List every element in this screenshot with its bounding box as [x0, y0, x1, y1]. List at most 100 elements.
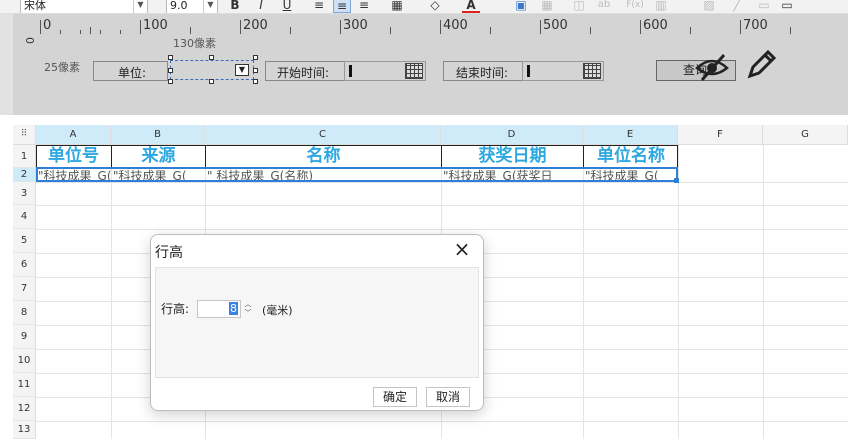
header-cell[interactable]: 单位名称 — [583, 145, 678, 168]
ruler-label: 400 — [443, 18, 468, 33]
row-header[interactable]: 11 — [13, 373, 36, 397]
shape-icon[interactable]: ▭ — [755, 0, 773, 13]
row-height-dialog: 行高 × 行高: 8 ︿ ﹀ (毫米) 确定 取消 — [150, 234, 484, 411]
start-time-input[interactable] — [344, 61, 426, 81]
ruler-label: 500 — [543, 18, 568, 33]
underline-button[interactable]: U — [278, 0, 296, 13]
column-header[interactable]: C — [205, 125, 441, 145]
image-icon[interactable]: ▣ — [512, 0, 530, 13]
italic-button[interactable]: I — [252, 0, 270, 13]
cancel-button[interactable]: 取消 — [426, 387, 470, 407]
calendar-icon[interactable] — [583, 63, 601, 79]
row-header[interactable]: 6 — [13, 253, 36, 277]
start-time-label-box: 开始时间: — [265, 61, 345, 81]
resize-handle[interactable] — [168, 68, 173, 73]
ruler-label: 600 — [643, 18, 668, 33]
column-header[interactable]: D — [441, 125, 583, 145]
close-icon[interactable]: × — [451, 238, 473, 260]
font-size-value: 9.0 — [170, 0, 188, 12]
row-height-value: 8 — [229, 302, 238, 315]
ok-button[interactable]: 确定 — [373, 387, 417, 407]
width-hint: 130像素 — [173, 37, 216, 50]
row-height-stepper[interactable]: ︿ ﹀ — [242, 300, 254, 318]
text-ab-button[interactable]: ab — [595, 0, 613, 13]
toolbar: 宋体 ▼ 9.0 ▼ B I U ≡ ≡ ≡ ▦ ◇ A ▣ ▦ ◫ ab F(… — [0, 0, 848, 14]
row-header[interactable]: 12 — [13, 397, 36, 421]
calendar-icon[interactable] — [405, 63, 423, 79]
row-header[interactable]: 2 — [13, 168, 36, 182]
row-header[interactable]: 1 — [13, 145, 36, 168]
fill-color-icon[interactable]: ◇ — [426, 0, 444, 13]
row-header[interactable]: 4 — [13, 205, 36, 229]
row-header[interactable]: 5 — [13, 229, 36, 253]
header-cell[interactable]: 来源 — [111, 145, 205, 168]
font-family-select[interactable]: 宋体 ▼ — [20, 0, 148, 13]
resize-handle[interactable] — [168, 79, 173, 84]
align-right-icon[interactable]: ≡ — [355, 0, 373, 13]
chevron-down-icon: ▼ — [133, 0, 147, 13]
row-height-input[interactable]: 8 — [197, 300, 241, 318]
row-header[interactable]: 7 — [13, 277, 36, 301]
text-color-button[interactable]: A — [462, 0, 480, 13]
ruler-label: 200 — [243, 18, 268, 33]
chevron-down-icon: ▼ — [203, 0, 217, 13]
start-time-label: 开始时间: — [277, 66, 330, 80]
ruler-label: 0 — [43, 18, 52, 33]
end-time-input[interactable] — [522, 61, 604, 81]
header-cell[interactable]: 获奖日期 — [441, 145, 583, 168]
line-icon[interactable]: ╱ — [728, 0, 746, 13]
dialog-title: 行高 — [155, 245, 183, 261]
column-header[interactable]: F — [678, 125, 763, 145]
resize-handle[interactable] — [209, 55, 214, 60]
align-center-icon[interactable]: ≡ — [333, 0, 351, 13]
resize-handle[interactable] — [253, 79, 258, 84]
ruler-label: 300 — [343, 18, 368, 33]
font-size-select[interactable]: 9.0 ▼ — [166, 0, 218, 13]
row-header[interactable]: 10 — [13, 349, 36, 373]
edit-pencil-icon[interactable] — [744, 48, 776, 82]
chevron-down-icon: ▼ — [235, 64, 249, 76]
select-all-corner[interactable]: ⠿ — [13, 125, 36, 145]
picture-icon[interactable]: ▨ — [700, 0, 718, 13]
height-hint: 25像素 — [44, 61, 80, 74]
column-header[interactable]: B — [111, 125, 205, 145]
chevron-down-icon[interactable]: ﹀ — [242, 309, 254, 318]
bold-button[interactable]: B — [226, 0, 244, 13]
border-icon[interactable]: ▦ — [388, 0, 406, 13]
header-cell[interactable]: 名称 — [205, 145, 441, 168]
resize-handle[interactable] — [253, 68, 258, 73]
horizontal-ruler: 0 100 200 300 400 500 600 700 — [40, 18, 848, 34]
chart-icon[interactable]: ▥ — [652, 0, 670, 13]
format-icon[interactable]: ◫ — [570, 0, 588, 13]
column-header[interactable]: A — [36, 125, 111, 145]
eye-hidden-icon[interactable] — [694, 50, 730, 82]
dialog-body — [155, 267, 479, 378]
widget-icon[interactable]: ▭ — [778, 0, 796, 13]
row-header[interactable]: 8 — [13, 301, 36, 325]
unit-mm-label: (毫米) — [262, 304, 293, 317]
row-header[interactable]: 13 — [13, 421, 36, 439]
ruler-label: 100 — [143, 18, 168, 33]
resize-handle[interactable] — [168, 55, 173, 60]
unit-dropdown[interactable]: ▼ — [170, 60, 254, 80]
column-header[interactable]: G — [763, 125, 848, 145]
ruler-label: 0 — [24, 37, 37, 44]
chevron-up-icon[interactable]: ︿ — [242, 300, 254, 309]
formula-button[interactable]: F(x) — [622, 0, 648, 13]
row-header[interactable]: 3 — [13, 182, 36, 205]
selection-outline — [36, 167, 678, 182]
align-left-icon[interactable]: ≡ — [310, 0, 328, 13]
resize-handle[interactable] — [209, 79, 214, 84]
row-height-label: 行高: — [161, 302, 190, 316]
fill-handle[interactable] — [674, 178, 679, 183]
header-cell[interactable]: 单位号 — [36, 145, 111, 168]
column-header[interactable]: E — [583, 125, 678, 145]
row-header[interactable]: 9 — [13, 325, 36, 349]
ruler-label: 700 — [743, 18, 768, 33]
resize-handle[interactable] — [253, 55, 258, 60]
font-family-value: 宋体 — [24, 0, 46, 12]
table-icon[interactable]: ▦ — [538, 0, 556, 13]
end-time-label-box: 结束时间: — [443, 61, 523, 81]
side-strip — [0, 14, 13, 115]
unit-label: 单位: — [118, 66, 147, 80]
